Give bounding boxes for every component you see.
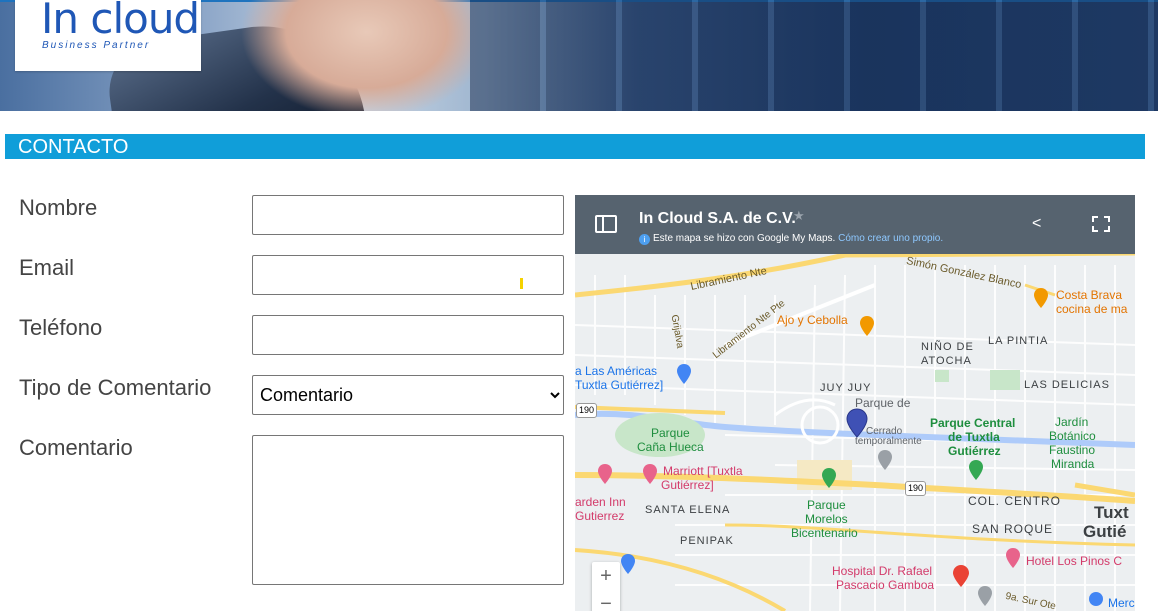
landmark-marker-icon[interactable] <box>877 449 893 471</box>
label-americas-2: Tuxtla Gutiérrez] <box>575 378 664 392</box>
cursor-highlight <box>520 278 523 289</box>
label-jardin: Jardín <box>1055 415 1089 429</box>
label-tuxtla: Tuxt <box>1094 503 1129 522</box>
shopping-marker-icon-2[interactable] <box>620 553 636 575</box>
label-hospital-2: Pascacio Gamboa <box>836 578 935 592</box>
label-marriott: Marriott [Tuxtla <box>663 464 743 478</box>
label-morelos-3: Bicentenario <box>791 526 858 540</box>
label-ajo-cebolla: Ajo y Cebolla <box>777 313 848 327</box>
section-title-bar: CONTACTO <box>5 134 1145 159</box>
shopping-cart-icon[interactable] <box>1088 591 1104 607</box>
map-note-link[interactable]: Cómo crear uno propio. <box>838 233 943 244</box>
label-col-centro: COL. CENTRO <box>968 494 1062 508</box>
label-garden: arden Inn <box>575 495 626 509</box>
restaurant-marker-icon-2[interactable] <box>1033 287 1049 309</box>
zoom-control: + − <box>592 562 620 611</box>
label-parque-central-2: de Tuxtla <box>948 430 1000 444</box>
telefono-input[interactable] <box>252 315 564 355</box>
info-icon: i <box>639 234 650 245</box>
label-costa-brava-2: cocina de ma <box>1056 302 1128 316</box>
label-pinta: LA PINTIA <box>988 335 1049 347</box>
hotel-marker-icon-2[interactable] <box>597 463 613 485</box>
fullscreen-icon[interactable] <box>1092 216 1110 232</box>
hospital-marker-icon[interactable] <box>952 564 970 588</box>
logo-brand: In cloud <box>41 0 200 43</box>
logo-tagline: Business Partner <box>42 40 151 51</box>
zoom-in-button[interactable]: + <box>592 562 620 590</box>
park-marker-icon-2[interactable] <box>968 459 984 481</box>
map-note-text: Este mapa se hizo con Google My Maps. <box>653 233 836 244</box>
tipo-comentario-select[interactable]: Comentario <box>252 375 564 415</box>
banner-keyboard-image <box>470 0 1158 111</box>
label-jardin-2: Botánico <box>1049 429 1096 443</box>
comentario-label: Comentario <box>19 435 133 460</box>
label-jardin-4: Miranda <box>1051 457 1095 471</box>
label-santa-elena: SANTA ELENA <box>645 504 731 516</box>
label-merc: Merc <box>1108 596 1135 610</box>
landmark-marker-icon-2[interactable] <box>977 585 993 607</box>
nombre-label: Nombre <box>19 195 98 220</box>
label-marriott-2: Gutiérrez] <box>661 478 714 492</box>
route-190-shield-west: 190 <box>576 403 598 418</box>
label-cana: Parque <box>651 426 690 440</box>
label-morelos-2: Morelos <box>805 512 848 526</box>
map-header: In Cloud S.A. de C.V. ★ i Este mapa se hi… <box>575 195 1135 254</box>
map-title: In Cloud S.A. de C.V. <box>639 210 796 227</box>
map-note: i Este mapa se hizo con Google My Maps. C… <box>639 233 943 245</box>
label-parque-central-3: Gutiérrez <box>948 444 1001 458</box>
restaurant-marker-icon[interactable] <box>859 315 875 337</box>
label-nino: NIÑO DE <box>921 341 974 353</box>
hotel-marker-icon[interactable] <box>642 463 658 485</box>
label-parque-central: Parque Central <box>930 416 1016 430</box>
header-banner: In cloud Business Partner <box>0 0 1158 111</box>
park-marker-icon[interactable] <box>821 467 837 489</box>
nombre-input[interactable] <box>252 195 564 235</box>
telefono-label: Teléfono <box>19 315 103 340</box>
section-title: CONTACTO <box>18 136 129 158</box>
label-costa-brava: Costa Brava <box>1056 288 1123 302</box>
label-juy-juy: JUY JUY <box>820 382 872 394</box>
label-morelos: Parque <box>807 498 846 512</box>
label-hotel: Hotel Los Pinos C <box>1026 554 1123 568</box>
logo[interactable]: In cloud Business Partner <box>15 0 201 71</box>
label-jardin-3: Faustino <box>1049 443 1096 457</box>
label-americas: a Las Américas <box>575 364 658 378</box>
label-san-roque: SAN ROQUE <box>972 522 1054 536</box>
hotel-marker-icon-3[interactable] <box>1005 547 1021 569</box>
shopping-marker-icon[interactable] <box>676 363 692 385</box>
embedded-map[interactable]: In Cloud S.A. de C.V. ★ i Este mapa se hi… <box>575 195 1135 611</box>
label-garden-2: Gutierrez <box>575 509 625 523</box>
star-icon[interactable]: ★ <box>793 208 805 224</box>
email-input[interactable] <box>252 255 564 295</box>
label-tuxtla-2: Gutié <box>1083 522 1127 541</box>
label-delicias: LAS DELICIAS <box>1024 379 1110 391</box>
label-penipak: PENIPAK <box>680 535 734 547</box>
label-atocha: ATOCHA <box>921 355 972 367</box>
location-pin-icon[interactable] <box>846 408 868 438</box>
share-icon[interactable]: < <box>1032 215 1041 233</box>
route-190-shield-center: 190 <box>905 481 927 496</box>
label-hospital: Hospital Dr. Rafael <box>832 564 933 578</box>
label-cana-2: Caña Hueca <box>637 440 704 454</box>
zoom-out-button[interactable]: − <box>592 590 620 611</box>
email-label: Email <box>19 255 75 280</box>
side-panel-icon[interactable] <box>595 215 617 233</box>
comentario-textarea[interactable] <box>252 435 564 585</box>
banner-hand-image <box>240 0 470 111</box>
tipo-comentario-label: Tipo de Comentario <box>19 375 212 400</box>
